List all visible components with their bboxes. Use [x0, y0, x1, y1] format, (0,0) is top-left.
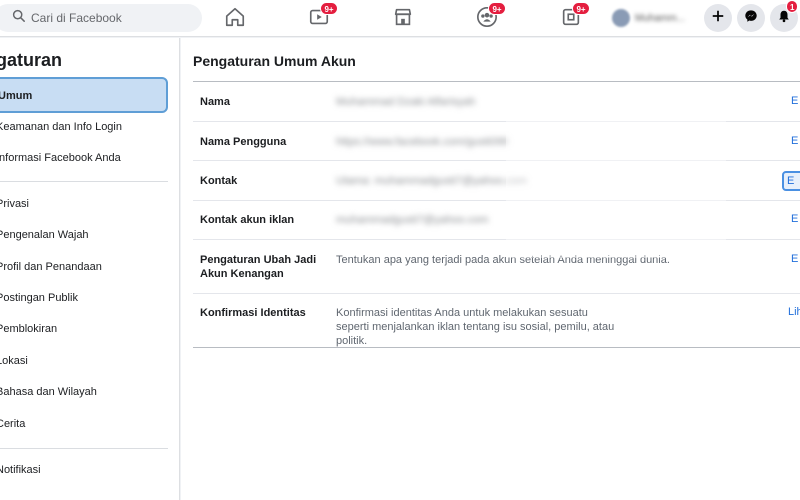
sidebar-divider	[0, 448, 168, 449]
table-row-identity-confirmation[interactable]: Konfirmasi Identitas Konfirmasi identita…	[193, 294, 800, 347]
table-row-contact[interactable]: Kontak Utama: muhammadgusti7@yahoo.com E	[193, 161, 800, 201]
avatar	[612, 9, 630, 27]
row-value: Muhammad Dzaki Alfarisyah	[336, 96, 476, 108]
edit-link[interactable]: E	[791, 253, 798, 265]
sidebar-item-notifications[interactable]: Notifikasi	[0, 457, 168, 483]
sidebar-item-your-facebook-info[interactable]: Informasi Facebook Anda	[0, 145, 168, 171]
groups-icon	[476, 7, 498, 32]
edit-link[interactable]: E	[791, 213, 798, 225]
sidebar-item-privacy[interactable]: Privasi	[0, 191, 168, 217]
sidebar-item-blocking[interactable]: Pemblokiran	[0, 316, 168, 342]
sidebar-item-location[interactable]: Lokasi	[0, 348, 168, 374]
sidebar-item-general[interactable]: Umum	[0, 77, 168, 113]
row-value: Konfirmasi identitas Anda untuk melakuka…	[336, 307, 615, 347]
top-navigation-bar: 9+ 9+ 9+ Muhamm... 1	[0, 0, 800, 37]
edit-link[interactable]: E	[791, 95, 798, 107]
table-row-name[interactable]: Nama Muhammad Dzaki Alfarisyah E	[193, 82, 800, 122]
plus-icon	[711, 9, 725, 28]
row-label: Kontak akun iklan	[200, 214, 295, 226]
sidebar-divider	[0, 181, 168, 182]
row-value: Utama: muhammadgusti7@yahoo.com	[336, 175, 527, 187]
edit-link[interactable]: E	[791, 135, 798, 147]
table-row-memorialization[interactable]: Pengaturan Ubah Jadi Akun Kenangan Tentu…	[193, 240, 800, 294]
row-label: Nama Pengguna	[200, 136, 287, 148]
settings-sidebar: gaturan Umum Keamanan dan Info Login Inf…	[0, 38, 180, 500]
nav-home[interactable]	[224, 6, 248, 30]
page-title: Pengaturan Umum Akun	[193, 53, 356, 69]
settings-table: Nama Muhammad Dzaki Alfarisyah E Nama Pe…	[193, 81, 800, 348]
row-value: Tentukan apa yang terjadi pada akun sete…	[336, 254, 670, 266]
view-link[interactable]: Lih	[788, 306, 800, 318]
notifications-button[interactable]: 1	[770, 0, 799, 32]
row-label: Konfirmasi Identitas	[200, 307, 306, 319]
sidebar-item-security-login[interactable]: Keamanan dan Info Login	[0, 114, 168, 140]
messenger-button[interactable]	[737, 4, 765, 32]
table-row-ad-account-contact[interactable]: Kontak akun iklan muhammadgusti7@yahoo.c…	[193, 201, 800, 240]
nav-gaming[interactable]: 9+	[560, 2, 590, 32]
table-row-username[interactable]: Nama Pengguna https://www.facebook.com/g…	[193, 122, 800, 161]
sidebar-item-face-recognition[interactable]: Pengenalan Wajah	[0, 222, 168, 248]
nav-watch[interactable]: 9+	[308, 2, 338, 32]
sidebar-title: gaturan	[0, 50, 63, 70]
sidebar-item-language-region[interactable]: Bahasa dan Wilayah	[0, 379, 168, 405]
search-icon	[12, 9, 25, 27]
notifications-badge: 1	[786, 0, 799, 13]
search-box[interactable]	[0, 4, 202, 32]
watch-icon	[308, 9, 330, 32]
search-input[interactable]	[31, 11, 191, 25]
gaming-badge: 9+	[572, 2, 590, 15]
nav-groups[interactable]: 9+	[476, 2, 506, 32]
sidebar-item-profile-tagging[interactable]: Profil dan Penandaan	[0, 254, 168, 280]
sidebar-item-public-posts[interactable]: Postingan Publik	[0, 285, 168, 311]
marketplace-icon	[392, 8, 414, 32]
create-button[interactable]	[704, 4, 732, 32]
row-value: https://www.facebook.com/gusti099	[336, 136, 509, 148]
row-value: muhammadgusti7@yahoo.com	[336, 214, 489, 226]
watch-badge: 9+	[320, 2, 338, 15]
sidebar-item-stories[interactable]: Cerita	[0, 411, 168, 437]
row-label: Nama	[200, 96, 230, 108]
messenger-icon	[744, 9, 758, 28]
profile-shortcut[interactable]: Muhamm...	[608, 6, 696, 30]
groups-badge: 9+	[488, 2, 506, 15]
row-label: Pengaturan Ubah Jadi Akun Kenangan	[200, 254, 317, 280]
nav-marketplace[interactable]	[392, 6, 416, 30]
home-icon	[224, 7, 246, 32]
gaming-icon	[560, 8, 582, 32]
edit-link[interactable]: E	[782, 171, 800, 191]
row-label: Kontak	[200, 175, 238, 187]
settings-main-panel: Pengaturan Umum Akun Nama Muhammad Dzaki…	[181, 38, 800, 500]
profile-name: Muhamm...	[635, 12, 686, 24]
